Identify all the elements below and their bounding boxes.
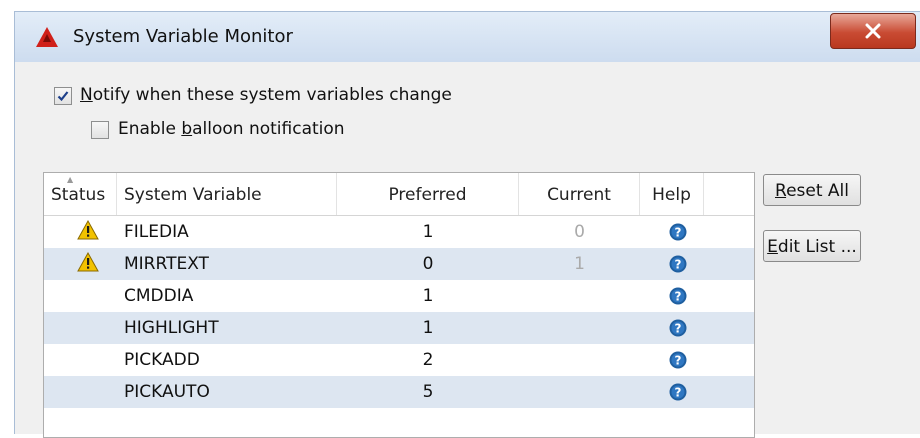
system-variable-name: PICKAUTO bbox=[124, 382, 210, 402]
window-title: System Variable Monitor bbox=[73, 26, 293, 47]
svg-text:?: ? bbox=[675, 353, 682, 367]
preferred-value[interactable]: 0 bbox=[337, 248, 519, 280]
table-row[interactable]: FILEDIA 1 0? bbox=[44, 216, 754, 248]
help-icon[interactable]: ? bbox=[669, 255, 687, 273]
current-value bbox=[519, 376, 640, 408]
dialog-body: Notify when these system variables chang… bbox=[14, 62, 920, 438]
system-variable-name: HIGHLIGHT bbox=[124, 318, 219, 338]
reset-all-button[interactable]: Reset All bbox=[763, 174, 861, 206]
svg-text:?: ? bbox=[675, 225, 682, 239]
table-row[interactable]: PICKAUTO 5? bbox=[44, 376, 754, 408]
close-icon bbox=[865, 23, 881, 39]
column-header-system-variable[interactable]: System Variable bbox=[117, 173, 337, 215]
close-button[interactable] bbox=[830, 13, 916, 49]
help-icon[interactable]: ? bbox=[669, 319, 687, 337]
table-row[interactable]: PICKADD 2? bbox=[44, 344, 754, 376]
system-variable-name: CMDDIA bbox=[124, 286, 194, 306]
current-value: 0 bbox=[574, 222, 585, 242]
edit-list-button[interactable]: Edit List ... bbox=[763, 230, 861, 262]
column-header-preferred[interactable]: Preferred bbox=[337, 173, 519, 215]
column-header-current[interactable]: Current bbox=[519, 173, 640, 215]
notify-checkbox-label[interactable]: Notify when these system variables chang… bbox=[80, 85, 452, 105]
preferred-value[interactable]: 5 bbox=[337, 376, 519, 408]
sort-ascending-icon: ▲ bbox=[67, 175, 74, 184]
warning-icon bbox=[77, 220, 99, 240]
current-value: 1 bbox=[574, 254, 585, 274]
current-value bbox=[519, 280, 640, 312]
checkmark-icon bbox=[57, 91, 69, 102]
table-header: ▲ Status System Variable Preferred Curre… bbox=[44, 173, 754, 216]
preferred-value[interactable]: 2 bbox=[337, 344, 519, 376]
notify-checkbox[interactable] bbox=[54, 87, 72, 105]
system-variable-name: MIRRTEXT bbox=[124, 254, 209, 274]
preferred-value[interactable]: 1 bbox=[337, 312, 519, 344]
current-value bbox=[519, 312, 640, 344]
preferred-value[interactable]: 1 bbox=[337, 216, 519, 248]
title-bar: System Variable Monitor bbox=[14, 11, 920, 62]
table-row[interactable]: HIGHLIGHT 1? bbox=[44, 312, 754, 344]
table-row[interactable]: MIRRTEXT 0 1? bbox=[44, 248, 754, 280]
column-header-status[interactable]: ▲ Status bbox=[44, 173, 117, 215]
system-variable-name: FILEDIA bbox=[124, 222, 189, 242]
table-row[interactable]: CMDDIA 1? bbox=[44, 280, 754, 312]
balloon-checkbox-label[interactable]: Enable balloon notification bbox=[118, 119, 345, 139]
help-icon[interactable]: ? bbox=[669, 287, 687, 305]
svg-text:?: ? bbox=[675, 321, 682, 335]
warning-icon bbox=[77, 252, 99, 272]
current-value bbox=[519, 344, 640, 376]
svg-text:?: ? bbox=[675, 257, 682, 271]
autocad-logo-icon bbox=[36, 27, 58, 47]
preferred-value[interactable]: 1 bbox=[337, 280, 519, 312]
balloon-checkbox[interactable] bbox=[91, 121, 109, 139]
help-icon[interactable]: ? bbox=[669, 351, 687, 369]
system-variable-name: PICKADD bbox=[124, 350, 200, 370]
help-icon[interactable]: ? bbox=[669, 383, 687, 401]
svg-text:?: ? bbox=[675, 385, 682, 399]
help-icon[interactable]: ? bbox=[669, 223, 687, 241]
column-header-help[interactable]: Help bbox=[640, 173, 704, 215]
system-variable-table[interactable]: ▲ Status System Variable Preferred Curre… bbox=[43, 172, 755, 438]
svg-text:?: ? bbox=[675, 289, 682, 303]
